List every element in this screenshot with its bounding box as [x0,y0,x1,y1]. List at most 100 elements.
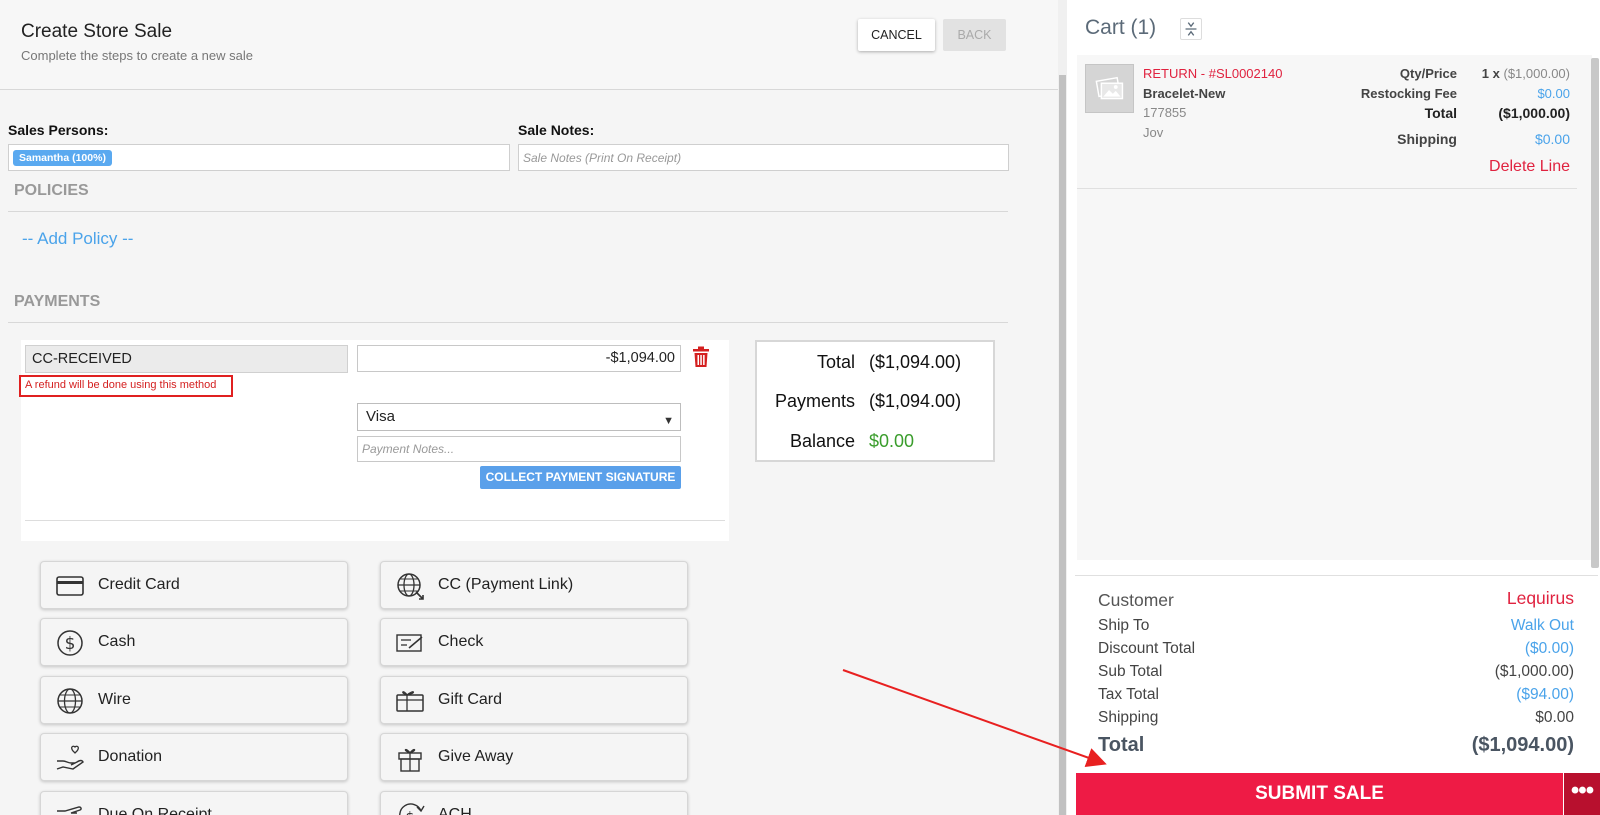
payment-method-donation[interactable]: Donation [40,733,348,781]
summary-shipping-label: Shipping [1098,709,1159,726]
svg-text:$: $ [65,634,76,654]
globe-icon [57,688,83,714]
grand-total-value: ($1,094.00) [1471,734,1574,756]
image-placeholder-icon [1085,64,1134,113]
qty-price-value: 1 x ($1,000.00) [1482,66,1570,81]
totals-payments-label: Payments [774,391,855,411]
cart-item-title: RETURN - #SL0002140 [1143,66,1283,81]
check-icon [396,634,423,652]
cart-title: Cart (1) [1085,16,1157,39]
gift-card-icon [396,691,424,712]
item-shipping-label: Shipping [1397,131,1457,147]
main-scrollbar-thumb[interactable] [1059,75,1066,815]
customer-value[interactable]: Lequirus [1507,588,1574,609]
price-value: ($1,000.00) [1503,66,1571,81]
payment-method-check[interactable]: Check [380,618,688,666]
totals-balance-row: Balance $0.00 [757,431,997,455]
payment-method-give-away[interactable]: Give Away [380,733,688,781]
restocking-fee-label: Restocking Fee [1360,86,1457,101]
discount-total-label: Discount Total [1098,640,1196,657]
qty-price-label: Qty/Price [1399,66,1457,81]
hand-icon [57,806,82,814]
dollar-circle-icon: $ [57,630,83,656]
globe-link-icon [397,573,424,600]
payment-method-wire[interactable]: Wire [40,676,348,724]
trash-icon[interactable] [692,346,710,368]
summary-shipping-value: $0.00 [1535,709,1574,726]
payment-method-credit-card[interactable]: Credit Card [40,561,348,609]
item-shipping-value[interactable]: $0.00 [1535,131,1570,147]
payment-divider [25,520,725,521]
discount-total-value[interactable]: ($0.00) [1525,640,1574,658]
submit-sale-button[interactable]: SUBMIT SALE [1076,773,1563,815]
grand-total-label: Total [1098,734,1145,756]
delete-line-link[interactable]: Delete Line [1489,158,1570,176]
item-total-label: Total [1424,105,1457,121]
payment-method-due-on-receipt[interactable]: Due On Receipt [40,791,348,815]
main-scrollbar[interactable] [1058,0,1067,815]
payment-method-label: Credit Card [98,576,180,593]
collapse-icon[interactable] [1180,18,1202,40]
back-button[interactable]: BACK [943,19,1006,51]
policies-divider [8,211,1008,212]
totals-payments-row: Payments ($1,094.00) [757,391,997,415]
ship-to-value[interactable]: Walk Out [1511,617,1574,635]
refund-note: A refund will be done using this method [19,375,233,397]
page-title: Create Store Sale [21,21,173,42]
sub-total-value: ($1,000.00) [1494,663,1574,680]
totals-total-value: ($1,094.00) [869,352,962,372]
collect-signature-button[interactable]: COLLECT PAYMENT SIGNATURE [480,466,681,489]
cart-item-divider [1077,188,1577,189]
sale-notes-field[interactable] [518,144,1009,171]
item-total-value: ($1,000.00) [1498,105,1570,121]
payment-method-label: ACH [438,806,472,815]
restocking-fee-value[interactable]: $0.00 [1537,86,1570,101]
totals-total-label: Total [816,352,855,372]
card-type-select[interactable]: Visa ▼ [357,403,681,431]
customer-label: Customer [1098,590,1174,610]
card-type-value: Visa [366,408,395,425]
payment-entry: CC-RECEIVED A refund will be done using … [19,340,729,541]
more-options-button[interactable]: ••• [1564,773,1600,815]
donation-hand-icon [56,745,84,770]
payment-method-label: Gift Card [438,691,503,708]
sales-persons-field[interactable]: Samantha (100%) [8,144,510,171]
payment-method-label: Donation [98,748,163,765]
sale-notes-label: Sale Notes: [518,122,595,138]
summary-divider [1075,575,1598,576]
ach-icon: $ [399,803,425,815]
payment-method-label: CC (Payment Link) [438,576,574,593]
tax-total-value[interactable]: ($94.00) [1516,686,1574,704]
sales-persons-label: Sales Persons: [8,122,109,138]
payments-title: PAYMENTS [14,293,101,310]
qty-value: 1 x [1481,66,1500,81]
payment-method-gift-card[interactable]: Gift Card [380,676,688,724]
cart-item-sku: 177855 [1143,105,1187,120]
svg-text:$: $ [406,810,415,815]
cart-item-owner: Jov [1143,125,1164,140]
payment-amount-field[interactable]: -$1,094.00 [357,345,681,372]
cart-scrollbar[interactable] [1591,58,1599,568]
totals-payments-value: ($1,094.00) [869,391,962,411]
payment-method-field[interactable]: CC-RECEIVED [25,345,348,373]
chevron-down-icon: ▼ [663,415,674,427]
totals-balance-label: Balance [789,431,855,451]
page-subtitle: Complete the steps to create a new sale [21,48,253,63]
payment-method-cc-link[interactable]: CC (Payment Link) [380,561,688,609]
sale-notes-input[interactable] [519,145,1008,170]
add-policy-link[interactable]: -- Add Policy -- [22,229,133,249]
payment-method-label: Give Away [438,748,514,765]
totals-box: Total ($1,094.00) Payments ($1,094.00) B… [755,340,995,462]
ship-to-label: Ship To [1098,617,1150,634]
policies-title: POLICIES [14,182,89,199]
payments-divider [8,322,1008,323]
sub-total-label: Sub Total [1098,663,1163,680]
payment-method-label: Cash [98,633,136,650]
payment-method-cash[interactable]: $ Cash [40,618,348,666]
payment-notes-input[interactable]: Payment Notes... [357,436,681,462]
payment-method-label: Due On Receipt [98,806,212,815]
payment-method-ach[interactable]: $ ACH [380,791,688,815]
main-panel: Create Store Sale Complete the steps to … [0,0,1058,815]
sales-person-chip[interactable]: Samantha (100%) [13,150,112,166]
cancel-button[interactable]: CANCEL [858,19,935,51]
